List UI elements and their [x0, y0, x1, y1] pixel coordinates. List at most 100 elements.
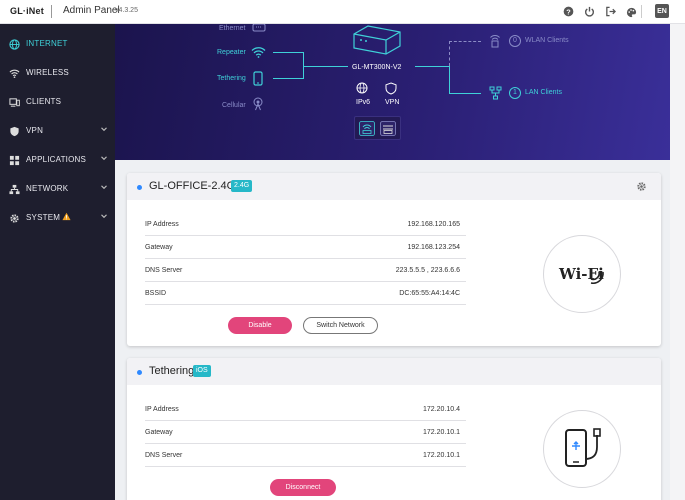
warning-icon [62, 212, 71, 221]
sidebar-item-label: CLIENTS [26, 97, 62, 106]
info-row-ip: IP Address 172.20.10.4 [145, 398, 466, 421]
os-badge: iOS [193, 365, 211, 377]
info-row-ip: IP Address 192.168.120.165 [145, 213, 466, 236]
source-ethernet-label[interactable]: Ethernet [219, 25, 245, 32]
wlan-count: 0 [509, 35, 521, 47]
vpn-label[interactable]: VPN [385, 99, 399, 106]
source-tethering-label[interactable]: Tethering [217, 75, 246, 82]
sidebar: INTERNET WIRELESS CLIENTS VPN APPLICATIO… [0, 24, 115, 500]
wlan-clients-label[interactable]: WLAN Clients [525, 37, 569, 44]
repeater-wifi-icon [251, 47, 266, 58]
sidebar-item-clients[interactable]: CLIENTS [0, 92, 115, 112]
row-key: Gateway [145, 244, 173, 251]
power-icon[interactable] [583, 5, 596, 18]
info-row-gateway: Gateway 172.20.10.1 [145, 421, 466, 444]
row-value: 192.168.120.165 [407, 221, 460, 228]
source-repeater-label[interactable]: Repeater [217, 49, 246, 56]
scrollbar-track[interactable] [670, 24, 685, 500]
sidebar-item-internet[interactable]: INTERNET [0, 34, 115, 54]
lan-link-end [449, 93, 481, 94]
wlan-clients-icon [490, 35, 500, 48]
info-row-dns: DNS Server 223.5.5.5 , 223.6.6.6 [145, 259, 466, 282]
topbar-divider [641, 5, 642, 18]
wifi-waves-icon [590, 271, 604, 285]
sidebar-item-label: APPLICATIONS [26, 155, 87, 164]
logout-icon[interactable] [604, 5, 617, 18]
row-key: DNS Server [145, 267, 183, 274]
switch-network-button[interactable]: Switch Network [303, 317, 378, 334]
repeater-link [273, 52, 303, 53]
ethernet-icon [252, 24, 266, 32]
main-content: Ethernet Repeater Tethering Cellular GL-… [115, 24, 685, 500]
chevron-down-icon[interactable] [100, 212, 108, 220]
lan-clients-icon [489, 86, 502, 100]
language-button[interactable]: EN [655, 4, 669, 18]
sidebar-item-label: NETWORK [26, 184, 69, 193]
tethering-link [273, 78, 303, 79]
row-value: 172.20.10.1 [423, 452, 460, 459]
row-value: 223.5.5.5 , 223.6.6.6 [395, 267, 460, 274]
network-icon [9, 184, 20, 195]
repeater-card-header: GL-OFFICE-2.4G 2.4G [127, 173, 661, 200]
tethering-phone-icon [253, 71, 263, 86]
sidebar-item-label: SYSTEM [26, 213, 61, 222]
lan-link [415, 66, 449, 67]
phone-usb-icon [565, 428, 601, 467]
row-value: DC:65:55:A4:14:4C [399, 290, 460, 297]
row-value: 172.20.10.4 [423, 406, 460, 413]
tethering-card: Tethering iOS IP Address 172.20.10.4 Gate… [127, 358, 661, 500]
chevron-down-icon[interactable] [100, 183, 108, 191]
wan-link [303, 66, 348, 67]
sidebar-item-label: WIRELESS [26, 68, 69, 77]
app-version: v4.3.25 [115, 7, 138, 14]
network-topology: Ethernet Repeater Tethering Cellular GL-… [115, 24, 670, 160]
status-dot [137, 185, 142, 190]
router-model[interactable]: GL-MT300N-V2 [352, 64, 401, 71]
info-row-bssid: BSSID DC:65:55:A4:14:4C [145, 282, 466, 305]
ipv6-icon [356, 82, 368, 94]
wlan-link [449, 41, 481, 42]
mode-selector [354, 116, 401, 140]
tethering-card-header: Tethering iOS [127, 358, 661, 385]
title-separator [51, 5, 52, 18]
tethering-title: Tethering [149, 365, 195, 377]
gl-inet-logo[interactable]: GL·iNet [10, 6, 44, 16]
repeater-card: GL-OFFICE-2.4G 2.4G IP Address 192.168.12… [127, 173, 661, 346]
sidebar-item-vpn[interactable]: VPN [0, 121, 115, 141]
disconnect-button[interactable]: Disconnect [270, 479, 336, 496]
lan-clients-label[interactable]: LAN Clients [525, 89, 562, 96]
sidebar-item-network[interactable]: NETWORK [0, 179, 115, 199]
status-dot [137, 370, 142, 375]
row-value: 192.168.123.254 [407, 244, 460, 251]
wifi-graphic: Wi-Fi [543, 235, 621, 313]
sidebar-item-applications[interactable]: APPLICATIONS [0, 150, 115, 170]
top-bar: GL·iNet Admin Panel v4.3.25 ? EN [0, 0, 685, 24]
ipv6-label[interactable]: IPv6 [356, 99, 370, 106]
repeater-ssid: GL-OFFICE-2.4G [149, 180, 236, 192]
sidebar-item-system[interactable]: SYSTEM [0, 208, 115, 228]
lan-count: 1 [509, 87, 521, 99]
row-key: IP Address [145, 406, 179, 413]
row-key: Gateway [145, 429, 173, 436]
theme-palette-icon[interactable] [625, 6, 638, 19]
app-title: Admin Panel [63, 5, 120, 16]
wlan-branch [449, 41, 450, 66]
chevron-down-icon[interactable] [100, 154, 108, 162]
info-row-dns: DNS Server 172.20.10.1 [145, 444, 466, 467]
help-icon[interactable]: ? [562, 5, 575, 18]
lan-branch [449, 66, 450, 93]
gear-icon [10, 214, 19, 223]
gear-icon[interactable] [636, 181, 647, 192]
source-cellular-label[interactable]: Cellular [222, 102, 246, 109]
cellular-tower-icon [253, 97, 263, 111]
row-key: DNS Server [145, 452, 183, 459]
chevron-down-icon[interactable] [100, 125, 108, 133]
access-point-mode-icon[interactable] [380, 121, 396, 136]
sidebar-item-wireless[interactable]: WIRELESS [0, 63, 115, 83]
router-mode-icon[interactable] [359, 121, 375, 136]
apps-icon [9, 155, 20, 166]
phone-graphic [543, 410, 621, 488]
row-value: 172.20.10.1 [423, 429, 460, 436]
row-key: IP Address [145, 221, 179, 228]
disable-button[interactable]: Disable [228, 317, 292, 334]
